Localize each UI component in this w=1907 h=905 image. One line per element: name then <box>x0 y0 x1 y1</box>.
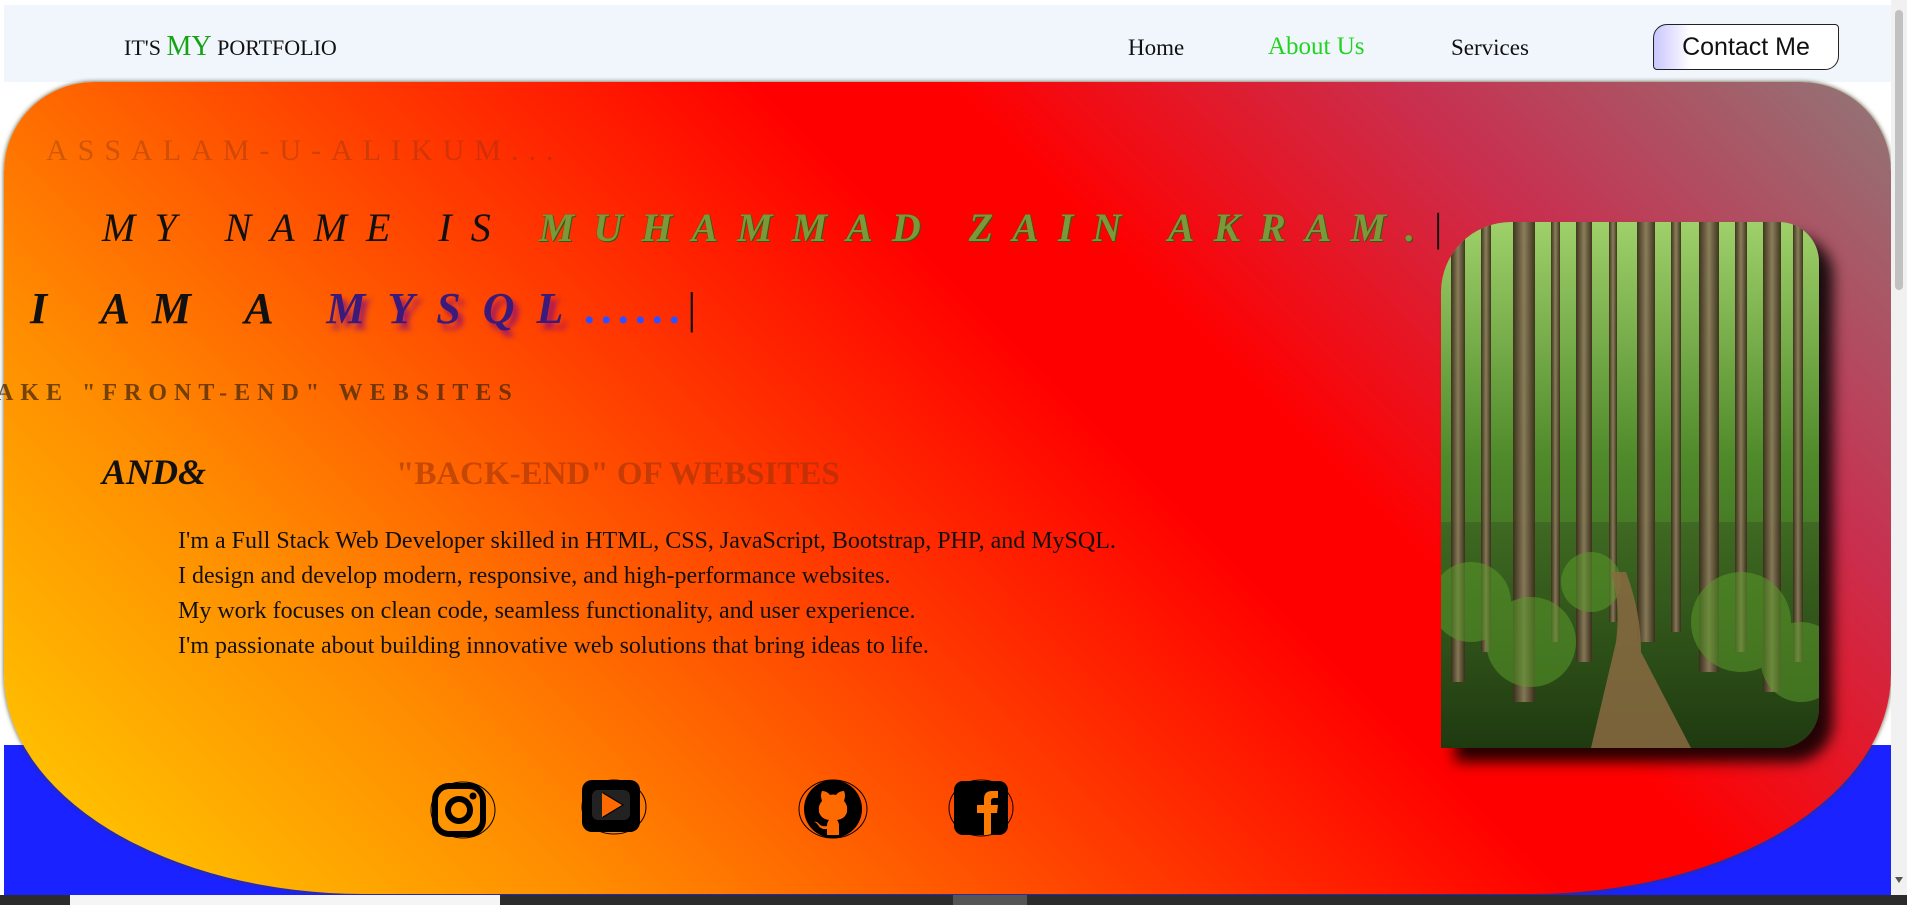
forest-path-photo <box>1441 222 1819 748</box>
contact-me-button[interactable]: Contact Me <box>1653 24 1839 70</box>
brand-prefix: IT'S <box>124 35 161 60</box>
bio-line: I'm passionate about building innovative… <box>178 633 929 659</box>
role-heading: I AM A MYSQL......| <box>30 283 696 334</box>
name-text: MUHAMMAD ZAIN AKRAM. <box>538 205 1435 250</box>
greeting-text: ASSALAM-U-ALIKUM... <box>46 134 564 167</box>
top-navbar: IT'S MY PORTFOLIO Home About Us Services… <box>4 5 1891 82</box>
youtube-icon[interactable] <box>580 778 647 838</box>
hero-section: ASSALAM-U-ALIKUM... MY NAME IS MUHAMMAD … <box>0 82 1891 894</box>
typing-cursor: | <box>687 284 697 333</box>
scrollbar-thumb[interactable] <box>1895 10 1903 290</box>
brand-logo[interactable]: IT'S MY PORTFOLIO <box>124 31 337 63</box>
role-tech: MYSQL <box>326 284 586 333</box>
brand-suffix: PORTFOLIO <box>217 35 337 60</box>
back-end-text: "BACK-END" OF WEBSITES <box>396 456 840 492</box>
bio-paragraph: I'm a Full Stack Web Developer skilled i… <box>178 524 1116 664</box>
scroll-down-icon[interactable] <box>1895 877 1903 883</box>
role-dots: ...... <box>585 284 688 333</box>
facebook-icon[interactable] <box>948 778 1014 838</box>
name-prefix: MY NAME IS <box>102 205 510 250</box>
front-end-text: AKE "FRONT-END" WEBSITES <box>0 380 519 406</box>
brand-highlight: MY <box>166 31 212 62</box>
bottom-bar-segment <box>70 895 500 905</box>
vertical-scrollbar[interactable] <box>1891 0 1907 895</box>
role-prefix: I AM A <box>30 284 294 333</box>
bio-line: I'm a Full Stack Web Developer skilled i… <box>178 528 1116 554</box>
bottom-bar-segment <box>953 895 1027 905</box>
bio-line: I design and develop modern, responsive,… <box>178 563 891 589</box>
and-text: AND& <box>102 452 207 492</box>
typing-cursor: | <box>1434 205 1443 250</box>
name-heading: MY NAME IS MUHAMMAD ZAIN AKRAM.| <box>102 204 1442 251</box>
github-icon[interactable] <box>798 779 868 839</box>
instagram-icon[interactable] <box>430 780 496 840</box>
nav-link-services[interactable]: Services <box>1451 35 1529 61</box>
bottom-bar <box>0 895 1907 905</box>
bio-line: My work focuses on clean code, seamless … <box>178 598 916 624</box>
nav-link-about-us[interactable]: About Us <box>1268 33 1365 61</box>
nav-link-home[interactable]: Home <box>1128 35 1184 61</box>
